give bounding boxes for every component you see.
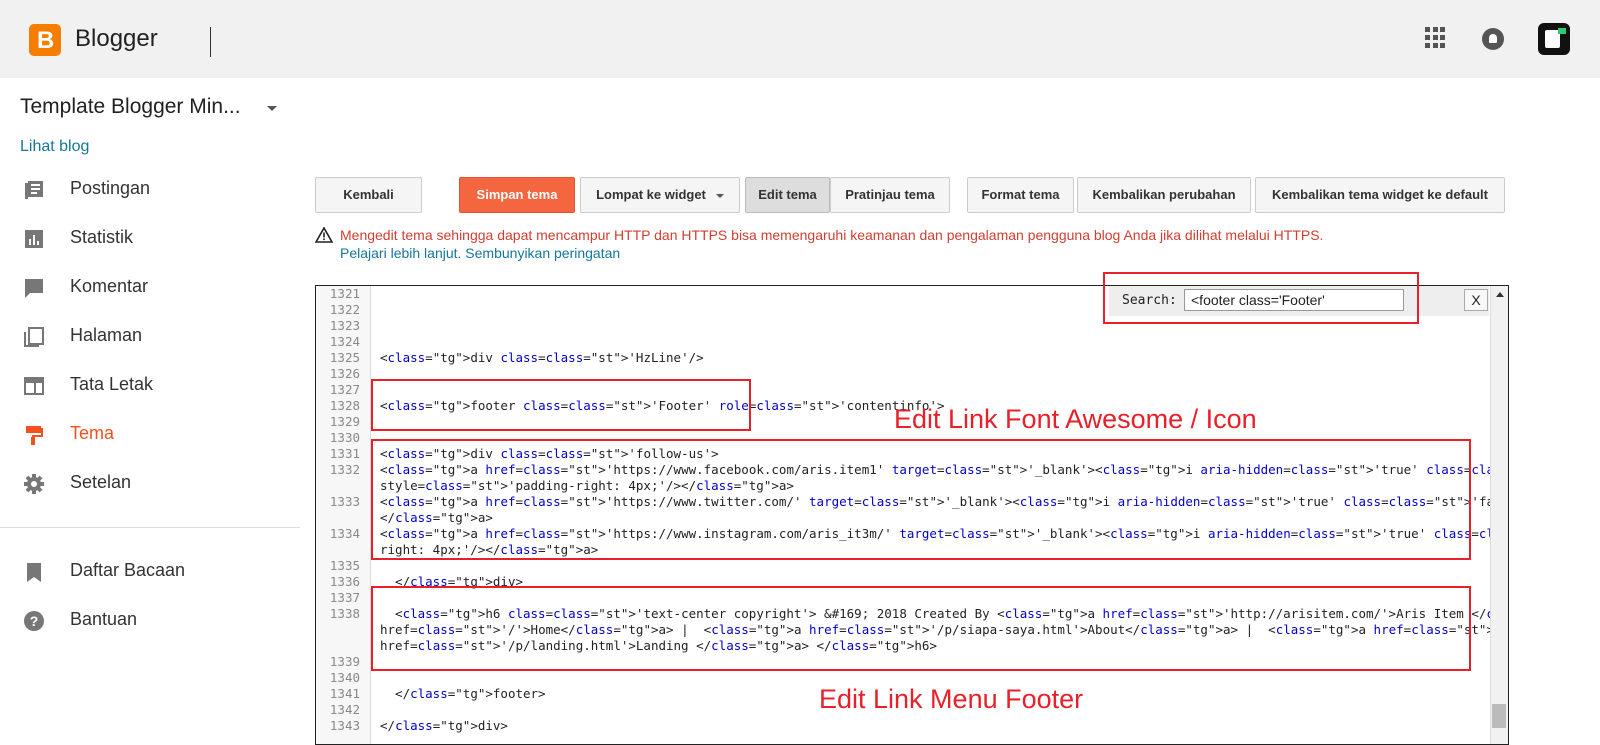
sidebar-item-label: Tema [70, 423, 115, 443]
top-bar: B Blogger [0, 0, 1600, 78]
line-number: 1339 [329, 654, 360, 669]
layout-icon [23, 375, 45, 397]
footer-tag-highlight-box [371, 379, 751, 431]
jump-to-widget-label: Lompat ke widget [596, 187, 706, 202]
sidebar-item-tata-letak[interactable]: Tata Letak [0, 363, 300, 407]
line-number: 1326 [329, 366, 360, 381]
edit-theme-tab[interactable]: Edit tema [745, 177, 830, 213]
warning-links: Pelajari lebih lanjut. Sembunyikan perin… [340, 245, 620, 261]
sidebar-item-label: Postingan [70, 178, 151, 198]
sidebar-item-bantuan[interactable]: ? Bantuan [0, 598, 300, 642]
sidebar-item-setelan[interactable]: Setelan [0, 461, 300, 505]
line-number: 1340 [329, 670, 360, 685]
code-line[interactable]: <class="tg">div class=class="st">'HzLine… [380, 350, 704, 365]
sidebar-item-postingan[interactable]: Postingan [0, 167, 300, 211]
line-number: 1334 [329, 526, 360, 541]
sidebar-item-tema[interactable]: Tema [0, 412, 300, 456]
jump-to-widget-dropdown[interactable]: Lompat ke widget [580, 177, 740, 213]
view-blog-link[interactable]: Lihat blog [20, 138, 89, 156]
line-number: 1338 [329, 606, 360, 621]
sidebar-item-daftar-bacaan[interactable]: Daftar Bacaan [0, 549, 300, 593]
line-number: 1336 [329, 574, 360, 589]
sidebar-item-label: Bantuan [70, 609, 138, 629]
code-line[interactable]: </class="tg">footer> [380, 686, 546, 701]
line-number: 1342 [329, 702, 360, 717]
menu-footer-annotation: Edit Link Menu Footer [819, 684, 1084, 714]
sidebar-item-label: Setelan [70, 472, 132, 492]
line-number: 1335 [329, 558, 360, 573]
learn-more-link[interactable]: Pelajari lebih lanjut. [340, 245, 461, 261]
line-number: 1322 [329, 302, 360, 317]
line-number: 1343 [329, 718, 360, 733]
save-theme-button[interactable]: Simpan tema [459, 177, 575, 213]
line-number: 1321 [329, 286, 360, 301]
reset-widgets-button[interactable]: Kembalikan tema widget ke default [1255, 177, 1505, 213]
stats-icon [23, 228, 45, 250]
sidebar-item-komentar[interactable]: Komentar [0, 265, 300, 309]
logo-letter: B [37, 27, 55, 54]
sidebar-item-statistik[interactable]: Statistik [0, 216, 300, 260]
sidebar-item-label: Komentar [70, 276, 149, 296]
line-number: 1323 [329, 318, 360, 333]
account-avatar[interactable] [1538, 23, 1570, 55]
font-awesome-annotation: Edit Link Font Awesome / Icon [894, 404, 1257, 434]
notifications-icon[interactable] [1482, 28, 1504, 50]
warning-icon [314, 226, 334, 243]
line-number: 1325 [329, 350, 360, 365]
line-number-gutter: 1321 1322 1323 1324 1325 1326 1327 1328 1329 1330… [316, 286, 371, 744]
settings-icon [23, 473, 45, 495]
bookmark-icon [23, 561, 45, 583]
theme-icon [23, 424, 45, 446]
line-number: 1329 [329, 414, 360, 429]
social-links-highlight-box [371, 439, 1471, 560]
sidebar-item-label: Daftar Bacaan [70, 560, 186, 580]
line-number: 1331 [329, 446, 360, 461]
line-number: 1333 [329, 494, 360, 509]
sidebar-item-halaman[interactable]: Halaman [0, 314, 300, 358]
revert-changes-button[interactable]: Kembalikan perubahan [1077, 177, 1251, 213]
search-highlight-box [1103, 272, 1419, 324]
line-number: 1324 [329, 334, 360, 349]
chevron-down-icon[interactable] [267, 106, 277, 111]
posts-icon [23, 179, 45, 201]
footer-menu-highlight-box [371, 586, 1471, 671]
blogger-logo-icon[interactable]: B [29, 24, 61, 56]
sidebar-item-label: Halaman [70, 325, 143, 345]
preview-theme-tab[interactable]: Pratinjau tema [830, 177, 950, 213]
line-number: 1337 [329, 590, 360, 605]
hide-warning-link[interactable]: Sembunyikan peringatan [465, 245, 620, 261]
brand-name[interactable]: Blogger [75, 25, 158, 53]
close-search-button[interactable]: X [1464, 289, 1488, 311]
editor-scrollbar[interactable] [1490, 286, 1508, 744]
line-number: 1327 [329, 382, 360, 397]
comments-icon [23, 277, 45, 299]
chevron-down-icon [715, 193, 724, 198]
line-number: 1341 [329, 686, 360, 701]
code-line[interactable]: </class="tg">div> [380, 718, 508, 733]
scroll-up-arrow-icon[interactable] [1496, 292, 1504, 297]
line-number: 1332 [329, 462, 360, 477]
line-number: 1328 [329, 398, 360, 413]
mixed-content-warning: Mengedit tema sehingga dapat mencampur H… [340, 227, 1324, 243]
header-divider [210, 27, 211, 57]
help-icon: ? [23, 610, 45, 632]
pages-icon [23, 326, 45, 348]
sidebar-item-label: Tata Letak [70, 374, 154, 394]
scrollbar-thumb[interactable] [1492, 704, 1506, 728]
line-number: 1330 [329, 430, 360, 445]
format-theme-button[interactable]: Format tema [967, 177, 1074, 213]
sidebar-item-label: Statistik [70, 227, 134, 247]
svg-text:?: ? [30, 613, 39, 629]
back-button[interactable]: Kembali [315, 177, 422, 213]
sidebar-divider [0, 527, 300, 528]
blog-title[interactable]: Template Blogger Min... [20, 95, 241, 119]
apps-icon[interactable] [1425, 27, 1447, 49]
